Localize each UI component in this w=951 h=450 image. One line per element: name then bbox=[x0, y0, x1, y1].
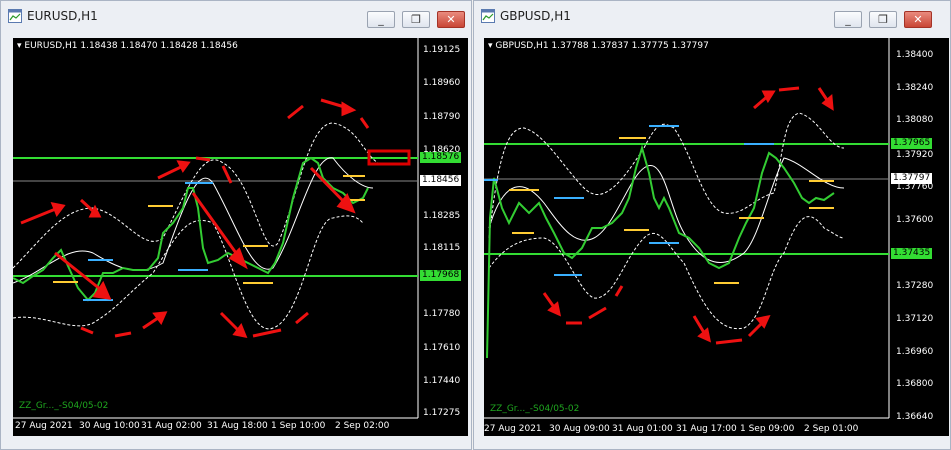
y-tick: 1.17275 bbox=[423, 408, 461, 418]
gbpusd-chart-svg bbox=[484, 38, 890, 419]
chart-window-icon bbox=[481, 9, 495, 23]
chart-info-line: ▾ EURUSD,H1 1.18438 1.18470 1.18428 1.18… bbox=[17, 41, 238, 51]
chart-area[interactable]: ▾ EURUSD,H1 1.18438 1.18470 1.18428 1.18… bbox=[13, 38, 468, 436]
restore-button[interactable]: ❐ bbox=[402, 11, 430, 28]
eurusd-window[interactable]: EURUSD,H1 _ ❐ ✕ ▾ EURUSD,H1 1.18438 1.18… bbox=[0, 0, 472, 450]
chart-window-icon bbox=[8, 9, 22, 23]
y-tick: 1.18790 bbox=[423, 112, 461, 122]
upper-band bbox=[488, 112, 845, 239]
restore-icon: ❐ bbox=[411, 13, 421, 26]
lower-band bbox=[488, 216, 845, 330]
y-tick: 1.36960 bbox=[896, 347, 934, 357]
x-tick: 1 Sep 10:00 bbox=[271, 421, 326, 431]
close-icon: ✕ bbox=[913, 13, 923, 26]
x-tick: 2 Sep 01:00 bbox=[804, 424, 859, 434]
close-button[interactable]: ✕ bbox=[437, 11, 465, 28]
close-icon: ✕ bbox=[446, 13, 456, 26]
title-bar[interactable]: EURUSD,H1 _ ❐ ✕ bbox=[1, 1, 471, 31]
y-tick: 1.37600 bbox=[896, 215, 934, 225]
x-tick: 31 Aug 18:00 bbox=[207, 421, 268, 431]
x-tick: 30 Aug 09:00 bbox=[549, 424, 610, 434]
restore-icon: ❐ bbox=[878, 13, 888, 26]
indicator-label: ZZ_Gr..._-S04/05-02 bbox=[19, 401, 109, 411]
y-tick: 1.38400 bbox=[896, 50, 934, 60]
indicator-label: ZZ_Gr..._-S04/05-02 bbox=[490, 404, 580, 414]
x-tick: 1 Sep 09:00 bbox=[740, 424, 795, 434]
x-tick: 31 Aug 02:00 bbox=[141, 421, 202, 431]
minimize-icon: _ bbox=[845, 13, 851, 26]
y-tick: 1.36800 bbox=[896, 379, 934, 389]
title-bar[interactable]: GBPUSD,H1 _ ❐ ✕ bbox=[474, 1, 950, 31]
upper-level-tag: 1.37965 bbox=[891, 138, 933, 149]
x-tick: 27 Aug 2021 bbox=[15, 421, 73, 431]
annotation-arrows bbox=[20, 98, 370, 339]
upper-level-tag: 1.18576 bbox=[420, 152, 462, 163]
x-tick: 30 Aug 10:00 bbox=[79, 421, 140, 431]
close-button[interactable]: ✕ bbox=[904, 11, 932, 28]
y-tick: 1.18115 bbox=[423, 243, 461, 253]
y-tick: 1.18285 bbox=[423, 211, 461, 221]
x-tick: 31 Aug 01:00 bbox=[612, 424, 673, 434]
minimize-button[interactable]: _ bbox=[834, 11, 862, 28]
y-tick: 1.17780 bbox=[423, 309, 461, 319]
y-tick: 1.36640 bbox=[896, 412, 934, 422]
y-tick: 1.37120 bbox=[896, 314, 934, 324]
y-tick: 1.18960 bbox=[423, 78, 461, 88]
eurusd-chart-svg bbox=[13, 38, 419, 419]
lower-band bbox=[13, 215, 364, 330]
x-tick: 31 Aug 17:00 bbox=[676, 424, 737, 434]
current-price-tag: 1.18456 bbox=[420, 175, 462, 186]
window-title: EURUSD,H1 bbox=[27, 9, 98, 23]
y-tick: 1.19125 bbox=[423, 45, 461, 55]
x-tick: 27 Aug 2021 bbox=[484, 424, 542, 434]
lower-level-tag: 1.37435 bbox=[891, 248, 933, 259]
y-tick: 1.38240 bbox=[896, 83, 934, 93]
price-series bbox=[13, 156, 369, 302]
minimize-icon: _ bbox=[378, 13, 384, 26]
y-tick: 1.37280 bbox=[896, 281, 934, 291]
y-tick: 1.17440 bbox=[423, 376, 461, 386]
lower-level-tag: 1.17968 bbox=[420, 270, 462, 281]
y-tick: 1.38080 bbox=[896, 115, 934, 125]
annotation-arrows bbox=[542, 86, 834, 345]
y-tick: 1.17610 bbox=[423, 343, 461, 353]
x-tick: 2 Sep 02:00 bbox=[335, 421, 390, 431]
minimize-button[interactable]: _ bbox=[367, 11, 395, 28]
gbpusd-window[interactable]: GBPUSD,H1 _ ❐ ✕ ▾ GBPUSD,H1 1.37788 1.37… bbox=[473, 0, 951, 450]
window-title: GBPUSD,H1 bbox=[500, 9, 571, 23]
current-price-tag: 1.37797 bbox=[891, 173, 933, 184]
restore-button[interactable]: ❐ bbox=[869, 11, 897, 28]
chart-info-line: ▾ GBPUSD,H1 1.37788 1.37837 1.37775 1.37… bbox=[488, 41, 709, 51]
chart-area[interactable]: ▾ GBPUSD,H1 1.37788 1.37837 1.37775 1.37… bbox=[484, 38, 949, 436]
y-tick: 1.37920 bbox=[896, 150, 934, 160]
